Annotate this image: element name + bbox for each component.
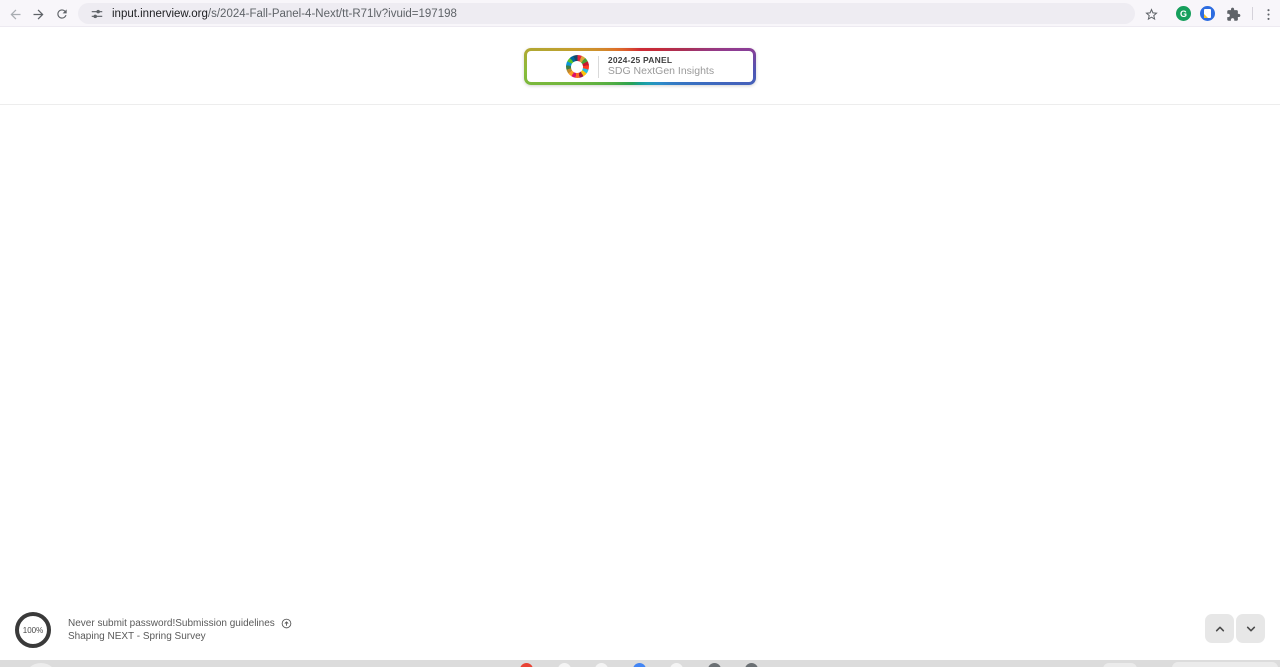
circled-up-arrow-icon [281, 618, 292, 629]
chevron-down-icon [1246, 626, 1255, 631]
survey-title-line: Shaping NEXT - Spring Survey [68, 630, 292, 643]
reload-button[interactable] [52, 4, 72, 24]
system-shelf[interactable] [0, 660, 1280, 667]
survey-logo-banner: 2024-25 PANEL SDG NextGen Insights [524, 48, 756, 85]
sdg-color-wheel-icon [565, 55, 589, 78]
footer-text-block: Never submit password! Submission guidel… [68, 617, 292, 643]
back-button[interactable] [5, 4, 25, 24]
site-settings-tune-icon[interactable] [90, 7, 104, 21]
dock-app-icon[interactable] [595, 663, 608, 667]
logo-divider [597, 55, 599, 78]
reload-icon [57, 9, 67, 19]
docs-extension-icon[interactable] [1200, 6, 1215, 21]
chevron-up-icon [1215, 626, 1224, 631]
system-tray[interactable] [1172, 662, 1278, 667]
progress-value: 100% [22, 625, 44, 635]
submission-guidelines-link[interactable]: Submission guidelines [175, 617, 275, 630]
dock-app-icon[interactable] [633, 663, 646, 667]
forward-arrow-icon [33, 9, 43, 19]
extensions-button[interactable] [1223, 4, 1243, 24]
next-page-button[interactable] [1236, 614, 1265, 643]
url-domain: input.innerview.org [112, 7, 208, 20]
bookmark-button[interactable] [1141, 4, 1161, 24]
survey-header: 2024-25 PANEL SDG NextGen Insights [0, 28, 1280, 105]
previous-page-button[interactable] [1205, 614, 1234, 643]
password-notice: Never submit password! [68, 618, 176, 629]
document-page-icon [1204, 9, 1211, 18]
progress-indicator: 100% [15, 612, 51, 648]
logo-text-block: 2024-25 PANEL SDG NextGen Insights [607, 54, 715, 78]
dock-app-icon[interactable] [558, 663, 571, 667]
extensions-puzzle-icon [1226, 7, 1240, 21]
dock-app-icon[interactable] [708, 663, 721, 667]
shelf-pill[interactable] [1103, 663, 1137, 667]
dock-app-icon[interactable] [670, 663, 683, 667]
guidelines-info-icon[interactable] [281, 618, 292, 629]
grammarly-extension-icon[interactable]: G [1176, 6, 1191, 21]
survey-title: Shaping NEXT - Spring Survey [68, 631, 206, 642]
dock-app-icon[interactable] [745, 663, 758, 667]
url-text: input.innerview.org/s/2024-Fall-Panel-4-… [112, 8, 457, 20]
address-bar[interactable]: input.innerview.org/s/2024-Fall-Panel-4-… [78, 3, 1135, 24]
browser-menu-button[interactable] [1258, 4, 1278, 24]
kebab-menu-icon [1266, 8, 1270, 20]
bookmark-star-icon [1144, 7, 1158, 20]
forward-button[interactable] [28, 4, 48, 24]
url-path: /s/2024-Fall-Panel-4-Next/tt-R71lv?ivuid… [207, 7, 457, 20]
launcher-button[interactable] [24, 663, 58, 667]
survey-logo-inner: 2024-25 PANEL SDG NextGen Insights [527, 51, 753, 82]
browser-toolbar: input.innerview.org/s/2024-Fall-Panel-4-… [0, 0, 1280, 27]
logo-panel-label: 2024-25 PANEL [607, 54, 673, 65]
logo-subtitle: SDG NextGen Insights [607, 65, 715, 78]
survey-content-area [0, 106, 1280, 660]
back-arrow-icon [10, 9, 20, 19]
password-notice-line: Never submit password! Submission guidel… [68, 617, 292, 630]
dock-app-icon[interactable] [520, 663, 533, 667]
toolbar-separator [1252, 7, 1253, 20]
grammarly-letter: G [1179, 8, 1187, 19]
browser-window: input.innerview.org/s/2024-Fall-Panel-4-… [0, 0, 1280, 667]
